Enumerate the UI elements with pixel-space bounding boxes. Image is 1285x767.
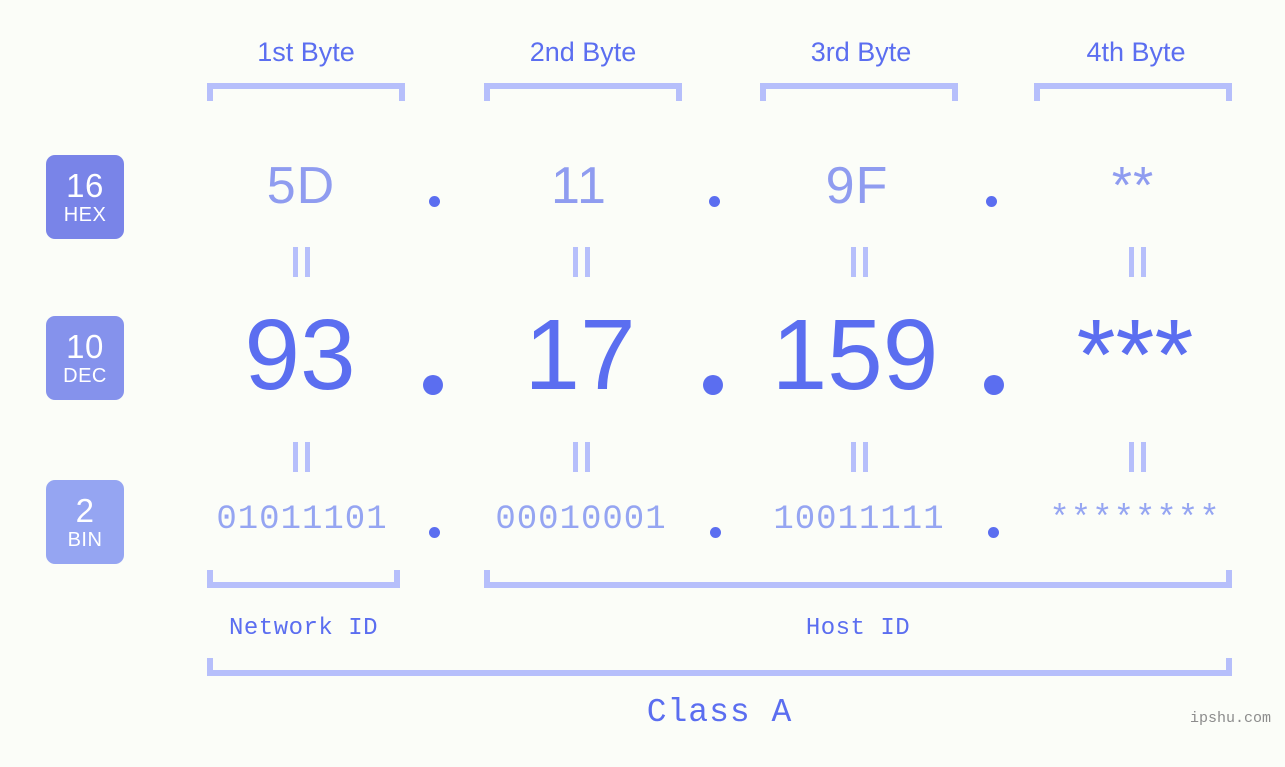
hex-separator-dot-3 bbox=[986, 196, 997, 207]
class-label: Class A bbox=[646, 694, 793, 731]
equals-marker-dec-bin-2 bbox=[568, 442, 594, 472]
byte-header-3: 3rd Byte bbox=[810, 37, 912, 67]
dec-byte-2: 17 bbox=[524, 299, 636, 411]
bin-byte-2: 00010001 bbox=[495, 501, 667, 539]
byte-bracket-top-1 bbox=[207, 83, 405, 101]
radix-badge-hex-number: 16 bbox=[66, 167, 104, 204]
bin-byte-4: ******** bbox=[1049, 501, 1221, 539]
class-bracket bbox=[207, 658, 1232, 676]
bin-byte-1: 01011101 bbox=[216, 501, 388, 539]
radix-badge-bin-number: 2 bbox=[75, 492, 95, 529]
hex-byte-1: 5D bbox=[266, 157, 336, 215]
dec-separator-dot-2 bbox=[703, 375, 723, 395]
dec-byte-1: 93 bbox=[244, 299, 356, 411]
dec-byte-3: 159 bbox=[771, 299, 939, 411]
byte-header-4: 4th Byte bbox=[1086, 37, 1186, 67]
byte-bracket-top-3 bbox=[760, 83, 958, 101]
byte-header-1: 1st Byte bbox=[257, 37, 355, 67]
dec-separator-dot-3 bbox=[984, 375, 1004, 395]
equals-marker-dec-bin-3 bbox=[846, 442, 872, 472]
hex-byte-3: 9F bbox=[825, 157, 889, 215]
equals-marker-dec-bin-4 bbox=[1124, 442, 1150, 472]
radix-badge-dec: 10 DEC bbox=[46, 316, 124, 400]
byte-bracket-top-4 bbox=[1034, 83, 1232, 101]
hex-separator-dot-2 bbox=[709, 196, 720, 207]
host-id-label: Host ID bbox=[805, 615, 911, 642]
network-id-label: Network ID bbox=[228, 615, 379, 642]
equals-marker-dec-bin-1 bbox=[288, 442, 314, 472]
byte-header-2: 2nd Byte bbox=[529, 37, 637, 67]
network-id-bracket bbox=[207, 570, 400, 588]
dec-byte-4: *** bbox=[1076, 299, 1194, 411]
equals-marker-hex-dec-1 bbox=[288, 247, 314, 277]
radix-badge-hex: 16 HEX bbox=[46, 155, 124, 239]
bin-byte-3: 10011111 bbox=[773, 501, 945, 539]
radix-badge-dec-abbr: DEC bbox=[63, 365, 107, 387]
equals-marker-hex-dec-2 bbox=[568, 247, 594, 277]
ip-address-breakdown-diagram: 1st Byte 2nd Byte 3rd Byte 4th Byte 16 H… bbox=[0, 0, 1285, 767]
hex-separator-dot-1 bbox=[429, 196, 440, 207]
byte-bracket-top-2 bbox=[484, 83, 682, 101]
hex-byte-2: 11 bbox=[551, 157, 607, 215]
site-watermark: ipshu.com bbox=[1189, 710, 1271, 727]
equals-marker-hex-dec-3 bbox=[846, 247, 872, 277]
bin-separator-dot-2 bbox=[710, 527, 721, 538]
dec-separator-dot-1 bbox=[423, 375, 443, 395]
radix-badge-bin: 2 BIN bbox=[46, 480, 124, 564]
bin-separator-dot-1 bbox=[429, 527, 440, 538]
radix-badge-hex-abbr: HEX bbox=[63, 204, 107, 226]
equals-marker-hex-dec-4 bbox=[1124, 247, 1150, 277]
radix-badge-bin-abbr: BIN bbox=[67, 529, 103, 551]
bin-separator-dot-3 bbox=[988, 527, 999, 538]
hex-byte-4: ** bbox=[1111, 157, 1155, 215]
host-id-bracket bbox=[484, 570, 1232, 588]
radix-badge-dec-number: 10 bbox=[66, 328, 104, 365]
